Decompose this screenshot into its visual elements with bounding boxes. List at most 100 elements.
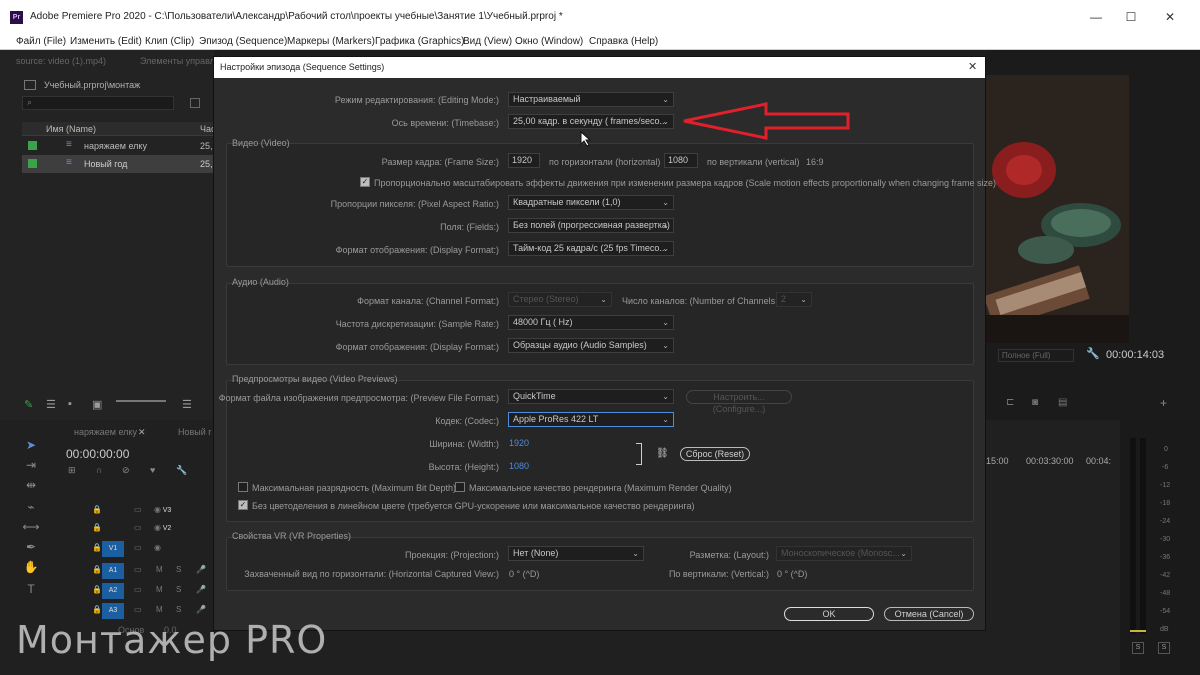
width-value[interactable]: 1920 — [509, 438, 529, 448]
menu-markers[interactable]: Маркеры (Markers) — [287, 36, 375, 47]
list-item[interactable]: ≡ наряжаем елку 25, — [22, 137, 214, 155]
source-patch-v1[interactable]: V1 — [102, 541, 124, 557]
camera-icon[interactable]: ◙ — [1032, 397, 1038, 408]
playback-resolution-select[interactable]: Полное (Full) — [998, 349, 1074, 362]
zoom-slider[interactable] — [116, 400, 166, 402]
sync-icon[interactable]: ▭ — [134, 565, 142, 574]
sync-icon[interactable]: ▭ — [134, 505, 142, 514]
minimize-button[interactable]: — — [1086, 8, 1106, 26]
sample-rate-select[interactable]: 48000 Гц ( Hz) ⌄ — [508, 315, 674, 330]
sync-icon[interactable]: ▭ — [134, 585, 142, 594]
type-tool-icon[interactable]: T — [22, 582, 40, 596]
source-patch-a3[interactable]: A3 — [102, 603, 124, 619]
track-select-tool-icon[interactable]: ⇥ — [22, 458, 40, 472]
lock-icon[interactable]: 🔒 — [92, 543, 102, 552]
link-chain-icon[interactable]: ⛓ — [656, 448, 669, 459]
mute-icon[interactable]: M — [156, 565, 163, 574]
timeline-tab-2[interactable]: Новый г — [178, 427, 212, 437]
lock-icon[interactable]: 🔒 — [92, 585, 102, 594]
list-view-icon[interactable]: ☰ — [46, 398, 56, 411]
horizontal-captured-value[interactable]: 0 ° (^D) — [509, 569, 539, 579]
menu-sequence[interactable]: Эпизод (Sequence) — [199, 36, 287, 47]
frame-height-input[interactable]: 1080 — [664, 153, 698, 168]
source-patch-a2[interactable]: A2 — [102, 583, 124, 599]
icon-view-icon[interactable]: ▪ — [68, 398, 72, 410]
settings-wrench-icon[interactable]: 🔧 — [176, 465, 187, 476]
configure-button[interactable]: Настроить... (Configure...) — [686, 390, 792, 414]
menu-view[interactable]: Вид (View) — [463, 36, 512, 47]
mic-icon[interactable]: 🎤 — [196, 565, 206, 574]
solo-icon[interactable]: S — [176, 585, 181, 594]
solo-icon[interactable]: S — [176, 565, 181, 574]
solo-icon[interactable]: S — [176, 605, 181, 614]
source-tab[interactable]: source: video (1).mp4) — [16, 56, 106, 66]
projection-select[interactable]: Нет (None) ⌄ — [508, 546, 644, 561]
reset-button[interactable]: Сброс (Reset) — [680, 447, 750, 461]
ripple-edit-tool-icon[interactable]: ⇹ — [22, 478, 40, 492]
timeline-tab-close-icon[interactable]: ✕ — [138, 427, 146, 438]
new-bin-icon[interactable] — [190, 98, 200, 108]
mute-icon[interactable]: M — [156, 585, 163, 594]
layout-select[interactable]: Моноскопическое (Monosc... ⌄ — [776, 546, 912, 561]
sort-icon[interactable]: ☰ — [182, 398, 192, 411]
lock-icon[interactable]: 🔒 — [92, 523, 102, 532]
ok-button[interactable]: OK — [784, 607, 874, 621]
menu-file[interactable]: Файл (File) — [16, 36, 66, 47]
max-render-quality-checkbox[interactable] — [455, 482, 465, 492]
channel-format-select[interactable]: Стерео (Stereo) ⌄ — [508, 292, 612, 307]
preview-format-select[interactable]: QuickTime ⌄ — [508, 389, 674, 404]
menu-help[interactable]: Справка (Help) — [589, 36, 658, 47]
editing-mode-select[interactable]: Настраиваемый ⌄ — [508, 92, 674, 107]
linked-select-icon[interactable]: ⊘ — [122, 465, 130, 476]
scale-motion-checkbox[interactable]: ✓ — [360, 177, 370, 187]
solo-left-button[interactable]: S — [1132, 642, 1144, 654]
selection-tool-icon[interactable]: ➤ — [22, 438, 40, 452]
timeline-tab-1[interactable]: наряжаем елку — [74, 427, 137, 437]
pixel-aspect-select[interactable]: Квадратные пиксели (1,0) ⌄ — [508, 195, 674, 210]
mic-icon[interactable]: 🎤 — [196, 585, 206, 594]
mute-icon[interactable]: M — [156, 605, 163, 614]
solo-right-button[interactable]: S — [1158, 642, 1170, 654]
nest-icon[interactable]: ⊞ — [68, 465, 76, 476]
eye-icon[interactable]: ◉ — [154, 505, 161, 514]
marker-icon[interactable]: ♥ — [150, 465, 155, 475]
sync-icon[interactable]: ▭ — [134, 543, 142, 552]
num-channels-select[interactable]: 2 ⌄ — [776, 292, 812, 307]
close-window-button[interactable]: ✕ — [1160, 8, 1180, 26]
list-item[interactable]: ≡ Новый год 25, — [22, 155, 214, 173]
video-display-format-select[interactable]: Тайм-код 25 кадра/с (25 fps Timeco... ⌄ — [508, 241, 674, 256]
slip-tool-icon[interactable]: ⟷ — [22, 520, 40, 534]
wrench-icon[interactable]: 🔧 — [1086, 347, 1100, 360]
hand-tool-icon[interactable]: ✋ — [22, 560, 40, 574]
fields-select[interactable]: Без полей (прогрессивная развертка) ⌄ — [508, 218, 674, 233]
menu-graphics[interactable]: Графика (Graphics) — [375, 36, 464, 47]
compare-icon[interactable]: ▤ — [1058, 397, 1067, 408]
razor-tool-icon[interactable]: ⌁ — [22, 500, 40, 514]
max-bit-depth-checkbox[interactable] — [238, 482, 248, 492]
sync-icon[interactable]: ▭ — [134, 605, 142, 614]
frame-width-input[interactable]: 1920 — [508, 153, 540, 168]
snap-icon[interactable]: ∩ — [96, 465, 102, 475]
menu-window[interactable]: Окно (Window) — [515, 36, 583, 47]
vertical-captured-value[interactable]: 0 ° (^D) — [777, 569, 807, 579]
audio-display-format-select[interactable]: Образцы аудио (Audio Samples) ⌄ — [508, 338, 674, 353]
freeform-view-icon[interactable]: ▣ — [92, 398, 102, 411]
lock-icon[interactable]: 🔒 — [92, 605, 102, 614]
source-patch-a1[interactable]: A1 — [102, 563, 124, 579]
menu-edit[interactable]: Изменить (Edit) — [70, 36, 142, 47]
eye-icon[interactable]: ◉ — [154, 543, 161, 552]
effect-controls-tab[interactable]: Элементы управле — [140, 56, 220, 66]
add-button-icon[interactable]: + — [1160, 396, 1167, 410]
linear-color-checkbox[interactable]: ✓ — [238, 500, 248, 510]
codec-select[interactable]: Apple ProRes 422 LT ⌄ — [508, 412, 674, 427]
maximize-button[interactable]: ☐ — [1121, 8, 1141, 26]
lift-icon[interactable]: ⊏ — [1006, 397, 1014, 408]
height-value[interactable]: 1080 — [509, 461, 529, 471]
eye-icon[interactable]: ◉ — [154, 523, 161, 532]
mic-icon[interactable]: 🎤 — [196, 605, 206, 614]
pen-tool-icon[interactable]: ✒ — [22, 540, 40, 554]
column-name[interactable]: Имя (Name) — [46, 124, 96, 134]
dialog-close-button[interactable]: ✕ — [968, 60, 977, 73]
sync-icon[interactable]: ▭ — [134, 523, 142, 532]
project-search-input[interactable]: ⌕ — [22, 96, 174, 110]
